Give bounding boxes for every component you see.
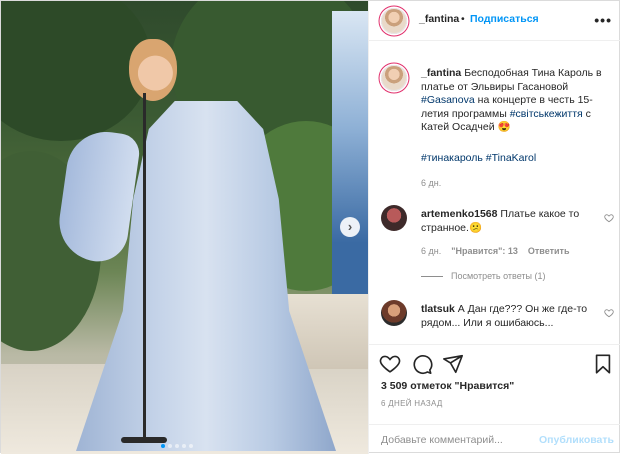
carousel-dot: [189, 444, 193, 448]
comment-item: artemenko1568 Платье какое то странное.😕…: [381, 205, 616, 265]
carousel-dot: [175, 444, 179, 448]
commenter-avatar[interactable]: [381, 300, 407, 326]
author-avatar[interactable]: [381, 8, 407, 34]
dress-sleeve: [54, 126, 142, 266]
view-replies[interactable]: Посмотреть ответы (1): [421, 271, 546, 281]
carousel-dots: [161, 444, 193, 448]
header-separator: •: [461, 13, 465, 25]
author-username[interactable]: _fantina: [419, 13, 459, 25]
comment-author[interactable]: artemenko1568: [421, 208, 497, 220]
comment-meta: 6 дн. "Нравится": 13 Ответить: [421, 246, 569, 256]
carousel-dot: [182, 444, 186, 448]
comment-heart-icon[interactable]: [604, 308, 614, 318]
comment-heart-icon[interactable]: [604, 213, 614, 223]
caption-author-avatar[interactable]: [381, 65, 407, 91]
comment-author[interactable]: tlatsuk: [421, 303, 455, 315]
post-age[interactable]: 6 ДНЕЙ НАЗАД: [381, 399, 443, 408]
microphone-stand-base: [121, 437, 167, 443]
comment-body: tlatsuk А Дан где??? Он же где-то рядом.…: [421, 302, 591, 330]
singer-head: [129, 39, 177, 101]
comment-time[interactable]: 6 дн.: [421, 246, 441, 256]
share-icon[interactable]: [442, 353, 464, 375]
background-sky: [332, 11, 368, 301]
comment-body: artemenko1568 Платье какое то странное.😕: [421, 207, 591, 235]
caption-emoji: 😍: [497, 121, 511, 134]
carousel-dot: [161, 444, 165, 448]
heart-icon[interactable]: [379, 353, 401, 375]
commenter-avatar[interactable]: [381, 205, 407, 231]
caption-hashtag[interactable]: #світськежиття: [510, 108, 583, 120]
post-caption: _fantina Бесподобная Тина Кароль в плать…: [421, 67, 611, 135]
bookmark-icon[interactable]: [592, 353, 614, 375]
caption-author[interactable]: _fantina: [421, 67, 461, 79]
next-arrow-icon[interactable]: ›: [340, 217, 360, 237]
post-side-panel: _fantina • Подписаться ••• _fantina Бесп…: [368, 1, 620, 454]
caption-time[interactable]: 6 дн.: [421, 178, 441, 188]
comment-likes[interactable]: "Нравится": 13: [451, 246, 518, 256]
reply-button[interactable]: Ответить: [528, 246, 570, 256]
microphone-stand: [143, 93, 146, 443]
comment-emoji: 😕: [468, 222, 483, 234]
caption-hashtag[interactable]: #Gasanova: [421, 94, 475, 106]
post-photo[interactable]: ›: [1, 1, 368, 454]
comment-input[interactable]: [381, 431, 541, 449]
carousel-dot: [168, 444, 172, 448]
comment-icon[interactable]: [411, 353, 433, 375]
post-actions: [369, 344, 620, 384]
caption-hashtags[interactable]: #тинакароль #TinaKarol: [421, 152, 611, 164]
comment-item: tlatsuk А Дан где??? Он же где-то рядом.…: [381, 300, 616, 336]
view-replies-label[interactable]: Посмотреть ответы (1): [451, 271, 546, 281]
post-header: _fantina • Подписаться •••: [369, 1, 620, 41]
instagram-post: › _fantina • Подписаться ••• _fantina Бе…: [0, 0, 620, 454]
more-options-icon[interactable]: •••: [594, 12, 612, 28]
publish-button[interactable]: Опубликовать: [539, 434, 614, 446]
likes-count[interactable]: 3 509 отметок "Нравится": [381, 380, 514, 392]
follow-button[interactable]: Подписаться: [470, 13, 539, 25]
add-comment-bar: Опубликовать: [369, 424, 620, 454]
replies-divider: [421, 275, 443, 277]
